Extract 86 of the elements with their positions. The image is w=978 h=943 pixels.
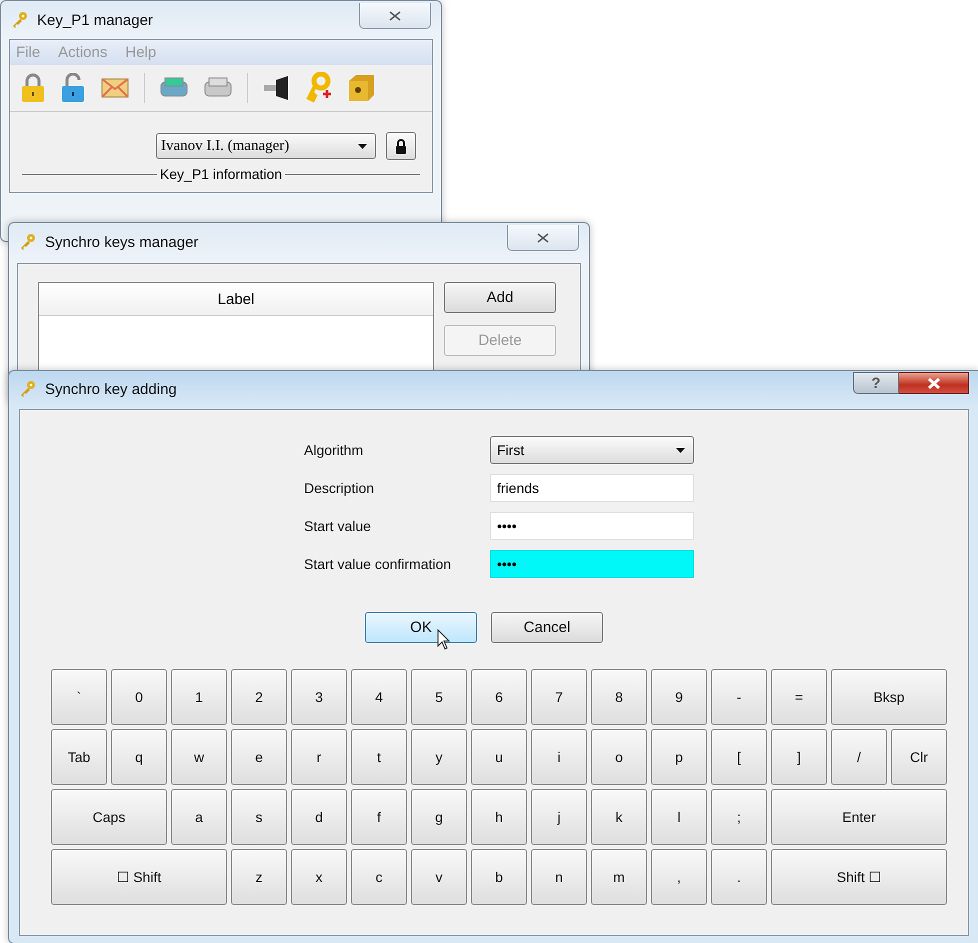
- keyboard-key[interactable]: y: [411, 729, 467, 785]
- safe-icon[interactable]: [346, 73, 376, 103]
- keyboard-key[interactable]: `: [51, 669, 107, 725]
- keyboard-key[interactable]: s: [231, 789, 287, 845]
- lock-button[interactable]: [386, 132, 416, 160]
- keyboard-key[interactable]: a: [171, 789, 227, 845]
- keyboard-key[interactable]: p: [651, 729, 707, 785]
- keyboard-key[interactable]: 6: [471, 669, 527, 725]
- keyboard-key[interactable]: v: [411, 849, 467, 905]
- window-title: Synchro key adding: [45, 380, 177, 398]
- key-icon: [19, 233, 37, 251]
- keyboard-key[interactable]: f: [351, 789, 407, 845]
- keyboard-key[interactable]: e: [231, 729, 287, 785]
- dropdown-caret-icon: [358, 144, 367, 148]
- keyboard-key[interactable]: w: [171, 729, 227, 785]
- keyboard-key[interactable]: u: [471, 729, 527, 785]
- keyboard-key[interactable]: j: [531, 789, 587, 845]
- keyboard-key[interactable]: ;: [711, 789, 767, 845]
- keyboard-key[interactable]: t: [351, 729, 407, 785]
- keyboard-key[interactable]: 9: [651, 669, 707, 725]
- keyboard-key[interactable]: l: [651, 789, 707, 845]
- field-label: Algorithm: [304, 442, 364, 458]
- close-icon: [389, 10, 401, 20]
- keyboard-key[interactable]: 8: [591, 669, 647, 725]
- keyboard-key[interactable]: .: [711, 849, 767, 905]
- key-icon: [19, 380, 37, 398]
- keyboard-key[interactable]: =: [771, 669, 827, 725]
- algorithm-select[interactable]: First: [490, 436, 694, 464]
- keyboard-key[interactable]: /: [831, 729, 887, 785]
- keyboard-key[interactable]: o: [591, 729, 647, 785]
- envelope-icon[interactable]: [100, 76, 130, 100]
- keyboard-key[interactable]: 7: [531, 669, 587, 725]
- keyboard-key[interactable]: ]: [771, 729, 827, 785]
- key-icon: [11, 11, 29, 29]
- input-field[interactable]: ••••: [490, 512, 694, 540]
- keyboard-key[interactable]: g: [411, 789, 467, 845]
- keyboard-key[interactable]: Caps: [51, 789, 167, 845]
- keyboard-key[interactable]: 1: [171, 669, 227, 725]
- input-field[interactable]: friends: [490, 474, 694, 502]
- keyboard-key[interactable]: q: [111, 729, 167, 785]
- keyboard-key[interactable]: Bksp: [831, 669, 947, 725]
- keyboard-key[interactable]: m: [591, 849, 647, 905]
- keyboard-key[interactable]: k: [591, 789, 647, 845]
- input-field[interactable]: ••••: [490, 550, 694, 578]
- keyboard-key[interactable]: 0: [111, 669, 167, 725]
- padlock-icon[interactable]: [20, 73, 46, 103]
- keyboard-key[interactable]: c: [351, 849, 407, 905]
- mouse-pointer-icon: [437, 629, 451, 651]
- window-title: Synchro keys manager: [45, 234, 198, 250]
- keyboard-key[interactable]: Clr: [891, 729, 947, 785]
- dialog-button[interactable]: OK: [365, 612, 477, 643]
- help-button[interactable]: ?: [853, 372, 899, 394]
- keyboard-key[interactable]: [: [711, 729, 767, 785]
- keyboard-key[interactable]: ,: [651, 849, 707, 905]
- keyboard-key[interactable]: ☐ Shift: [51, 849, 227, 905]
- field-label: Start value confirmation: [304, 556, 452, 572]
- keyboard-key[interactable]: 5: [411, 669, 467, 725]
- keyboard-key[interactable]: 2: [231, 669, 287, 725]
- keyboard-key[interactable]: 4: [351, 669, 407, 725]
- keyboard-key[interactable]: r: [291, 729, 347, 785]
- field-label: Description: [304, 480, 376, 496]
- keyboard-key[interactable]: h: [471, 789, 527, 845]
- key-add-icon[interactable]: [306, 72, 332, 104]
- keyboard-key[interactable]: Enter: [771, 789, 947, 845]
- padlock-icon: [395, 138, 407, 154]
- keyboard-key[interactable]: x: [291, 849, 347, 905]
- window-title: Key_P1 manager: [37, 12, 153, 28]
- field-label: Start value: [304, 518, 372, 534]
- keyboard-key[interactable]: 3: [291, 669, 347, 725]
- keyboard-key[interactable]: Tab: [51, 729, 107, 785]
- padlock-icon[interactable]: [60, 73, 86, 103]
- user-select[interactable]: Ivanov I.I. (manager): [156, 133, 376, 159]
- keyboard-key[interactable]: Shift ☐: [771, 849, 947, 905]
- close-button[interactable]: [899, 372, 969, 394]
- close-icon: [537, 232, 549, 242]
- keyboard-key[interactable]: -: [711, 669, 767, 725]
- dialog-button[interactable]: Cancel: [491, 612, 603, 643]
- close-icon: [926, 378, 940, 388]
- keyboard-key[interactable]: b: [471, 849, 527, 905]
- keyboard-key[interactable]: z: [231, 849, 287, 905]
- keyboard-key[interactable]: n: [531, 849, 587, 905]
- keyboard-key[interactable]: d: [291, 789, 347, 845]
- dropdown-caret-icon: [676, 448, 685, 452]
- group-title: Key_P1 information: [160, 166, 282, 182]
- action-button[interactable]: Add: [444, 282, 556, 313]
- keyboard-key[interactable]: i: [531, 729, 587, 785]
